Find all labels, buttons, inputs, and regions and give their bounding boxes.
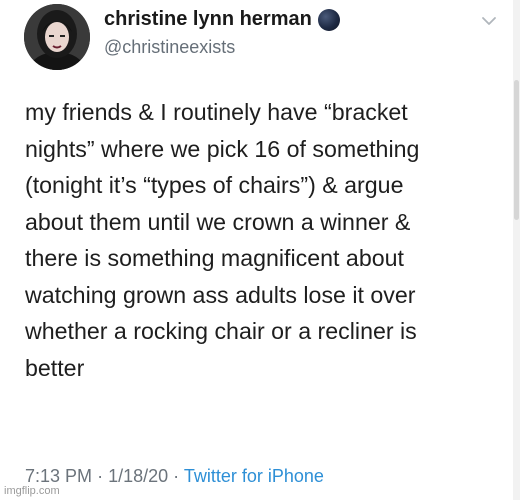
tweet-text: my friends & I routinely have “bracket n… [25,94,505,386]
tweet-text-line: there is something magnificent about [25,245,404,271]
tweet-text-line: (tonight it’s “types of chairs”) & argue [25,172,404,198]
watermark: imgflip.com [4,485,60,497]
tweet-text-line: watching grown ass adults lose it over [25,281,416,308]
avatar[interactable] [24,4,90,70]
tweet-date[interactable]: 1/18/20 [108,466,168,486]
chevron-down-icon[interactable] [480,12,498,30]
moon-icon [317,8,340,31]
tweet-text-line: nights” where we pick 16 of something [25,135,420,162]
author-handle[interactable]: @christineexists [104,37,235,58]
tweet-source-link[interactable]: Twitter for iPhone [184,466,324,486]
tweet-time[interactable]: 7:13 PM [25,466,92,486]
meta-separator: · [173,466,180,486]
scrollbar[interactable] [513,0,520,500]
scrollbar-thumb[interactable] [514,80,519,220]
tweet-card: christine lynn herman @christineexists m… [0,0,520,500]
tweet-text-line: better [25,354,85,381]
meta-separator: · [97,466,104,486]
tweet-text-line: my friends & I routinely have “bracket [25,99,408,125]
tweet-meta: 7:13 PM · 1/18/20 · Twitter for iPhone [25,466,324,487]
profile-photo-icon [24,4,90,70]
tweet-text-line: whether a rocking chair or a recliner is [25,318,417,344]
author-name-row: christine lynn herman [104,8,340,31]
tweet-text-line: about them until we crown a winner & [25,208,411,235]
display-name[interactable]: christine lynn herman [104,8,312,31]
